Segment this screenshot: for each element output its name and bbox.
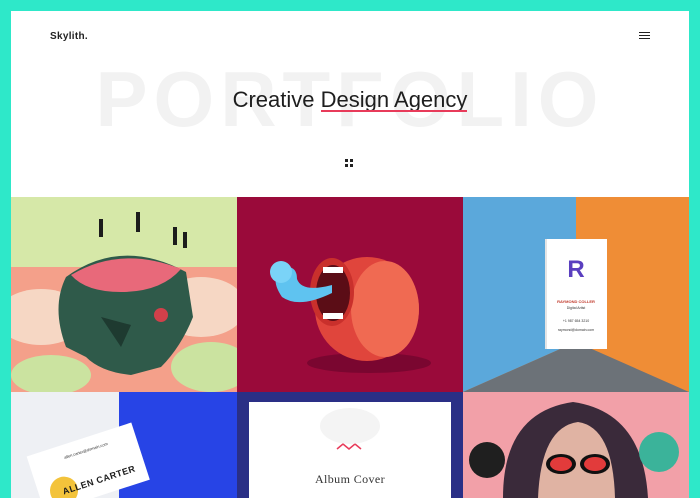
page-frame: Skylith. PORTFOLIO Creative Design Agenc… (11, 11, 689, 498)
hero-title: Creative Design Agency (11, 87, 689, 113)
portfolio-item-mouth-3d[interactable] (237, 197, 463, 392)
hamburger-menu-icon[interactable] (639, 31, 650, 40)
brand-logo[interactable]: Skylith. (50, 31, 88, 42)
card-role: Digital Artist (566, 306, 586, 310)
portfolio-item-stationery[interactable]: ALLEN CARTER allen.carter@domain.com (11, 392, 237, 498)
card-name: RAYMOND COLLER (557, 299, 595, 304)
portfolio-item-album-cover[interactable]: Album Cover (237, 392, 463, 498)
card-initial: R (567, 256, 585, 283)
portfolio-item-illustration[interactable] (11, 197, 237, 392)
card-email: raymond@domain.com (557, 328, 595, 332)
portfolio-item-portrait[interactable] (463, 392, 689, 498)
portfolio-item-business-card[interactable]: R RAYMOND COLLER Digital Artist +1 987 6… (463, 197, 689, 392)
album-cover-title: Album Cover (314, 472, 386, 486)
hero-title-part1: Creative (232, 87, 321, 112)
grid-view-icon[interactable] (345, 159, 354, 168)
card-phone: +1 987 654 3210 (562, 319, 590, 323)
hero-title-highlight: Design Agency (320, 87, 468, 112)
